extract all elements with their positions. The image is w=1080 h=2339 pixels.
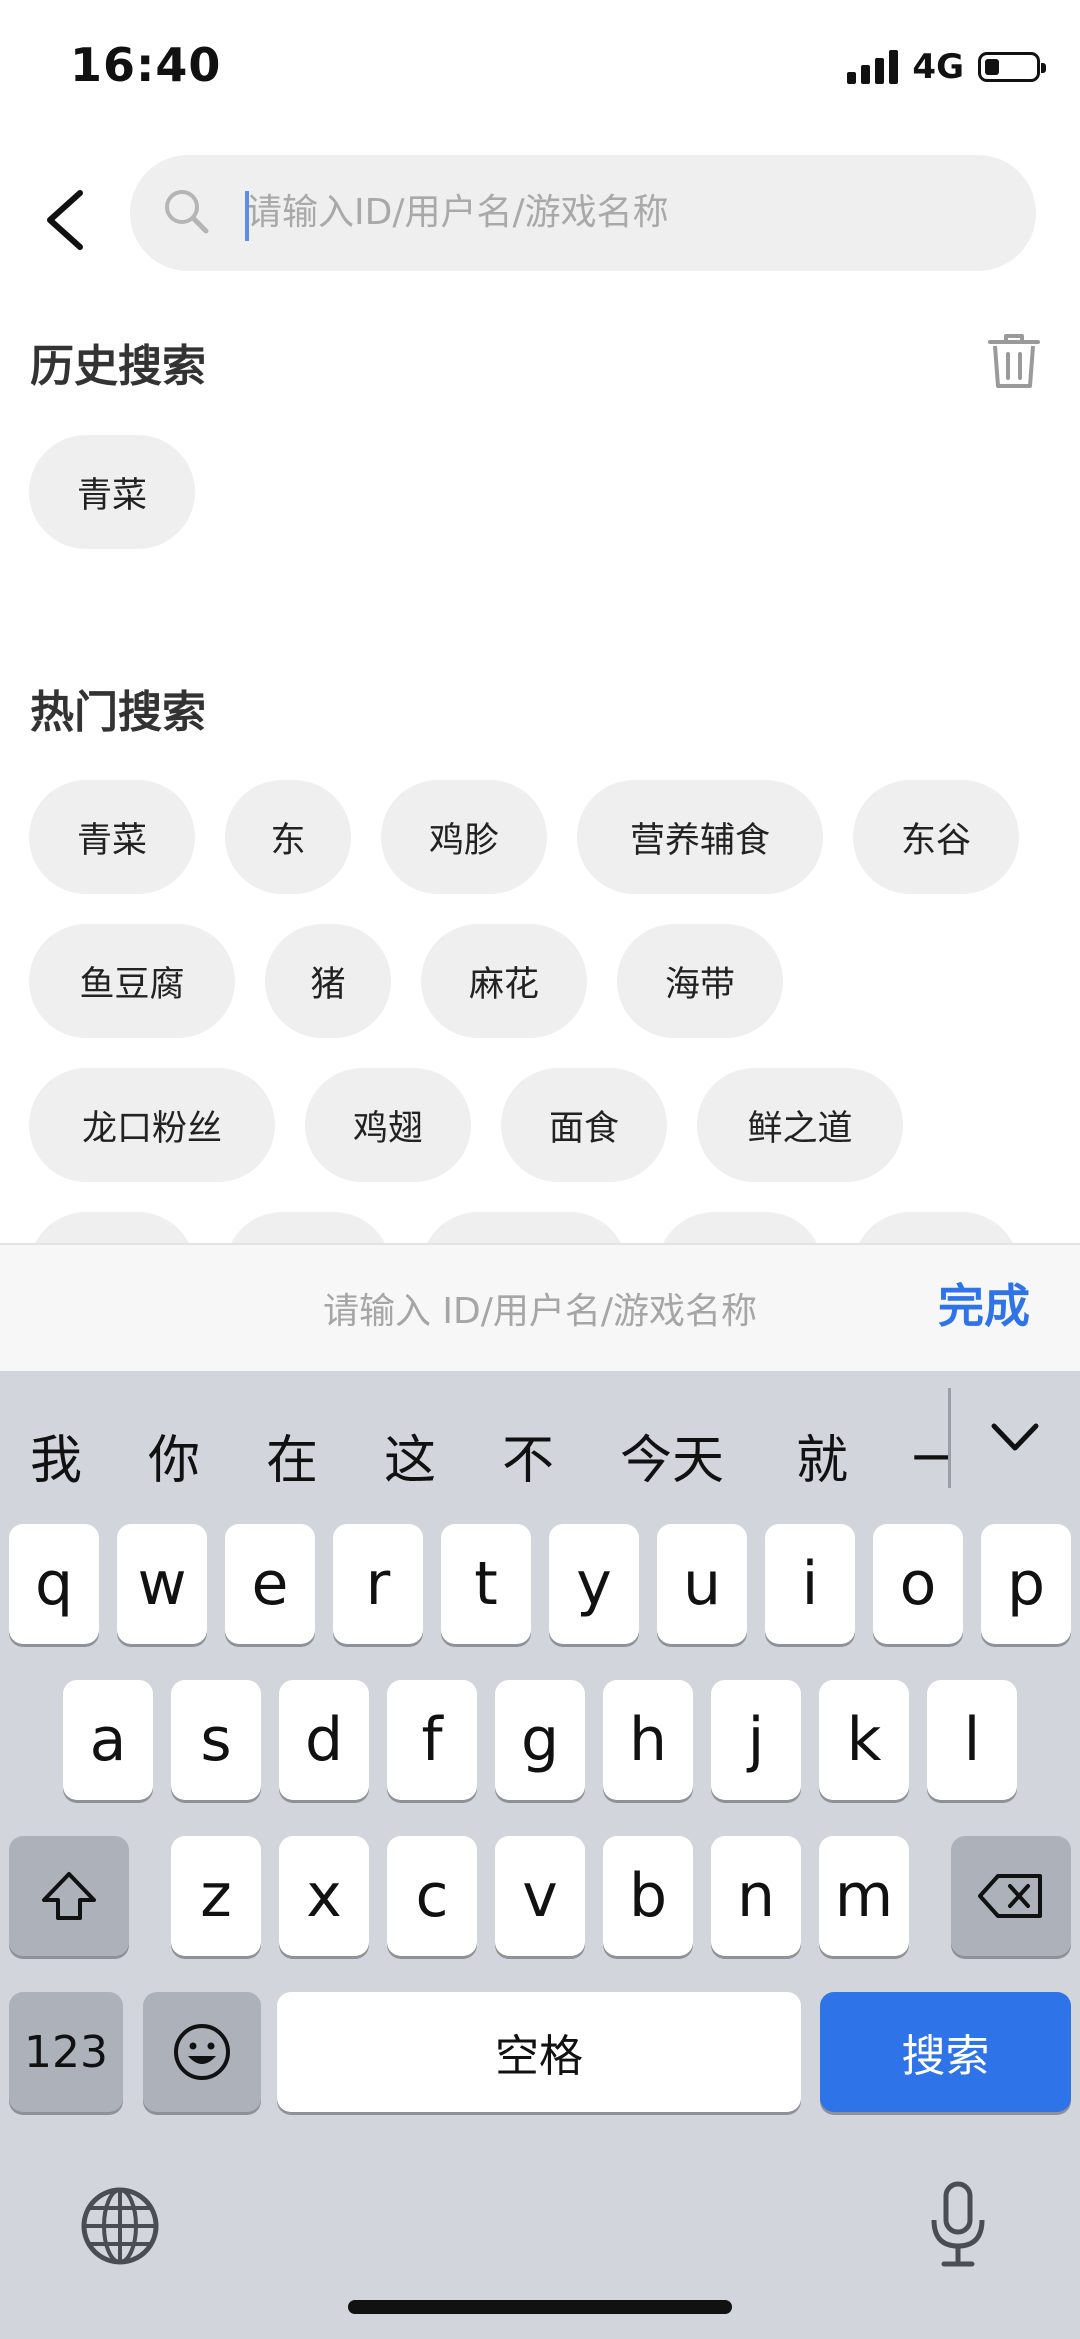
candidate-word[interactable]: 今天	[620, 1418, 724, 1493]
back-button[interactable]	[40, 185, 100, 255]
key-g[interactable]: g	[495, 1680, 585, 1800]
done-button[interactable]: 完成	[938, 1270, 1030, 1336]
key-f[interactable]: f	[387, 1680, 477, 1800]
search-key[interactable]: 搜索	[820, 1992, 1071, 2112]
candidate-word[interactable]: 一	[912, 1418, 948, 1493]
key-b[interactable]: b	[603, 1836, 693, 1956]
key-e[interactable]: e	[225, 1524, 315, 1644]
key-a[interactable]: a	[63, 1680, 153, 1800]
key-v[interactable]: v	[495, 1836, 585, 1956]
signal-icon	[847, 50, 899, 84]
shift-icon	[42, 1872, 96, 1920]
dictation-key[interactable]	[928, 2180, 988, 2270]
search-icon	[160, 185, 212, 237]
key-n[interactable]: n	[711, 1836, 801, 1956]
emoji-icon	[174, 2024, 230, 2080]
status-time: 16:40	[70, 38, 222, 92]
hot-chip[interactable]: 海带	[617, 924, 783, 1038]
key-w[interactable]: w	[117, 1524, 207, 1644]
accessory-placeholder: 请输入 ID/用户名/游戏名称	[322, 1291, 758, 1332]
search-placeholder: 请输入ID/用户名/游戏名称	[246, 192, 669, 233]
key-k[interactable]: k	[819, 1680, 909, 1800]
key-t[interactable]: t	[441, 1524, 531, 1644]
key-x[interactable]: x	[279, 1836, 369, 1956]
trash-icon	[988, 334, 1040, 388]
candidate-word[interactable]: 我	[30, 1418, 82, 1493]
globe-key[interactable]	[78, 2184, 162, 2268]
candidate-word[interactable]: 就	[796, 1418, 848, 1493]
hot-chip[interactable]: 猪	[265, 924, 391, 1038]
battery-icon	[978, 52, 1046, 82]
candidate-word[interactable]: 在	[266, 1418, 318, 1493]
key-r[interactable]: r	[333, 1524, 423, 1644]
hot-chip[interactable]: 鸡翅	[305, 1068, 471, 1182]
key-j[interactable]: j	[711, 1680, 801, 1800]
numbers-key[interactable]: 123	[9, 1992, 123, 2112]
hot-chip[interactable]: 鲜之道	[697, 1068, 903, 1182]
hot-chip[interactable]: 麻花	[421, 924, 587, 1038]
globe-icon	[81, 2187, 159, 2265]
key-s[interactable]: s	[171, 1680, 261, 1800]
hot-chip[interactable]: 东	[225, 780, 351, 894]
backspace-icon	[978, 1874, 1042, 1918]
emoji-key[interactable]	[143, 1992, 261, 2112]
hot-chip[interactable]: 营养辅食	[577, 780, 823, 894]
text-caret	[245, 191, 249, 241]
key-z[interactable]: z	[171, 1836, 261, 1956]
hot-chip[interactable]: 龙口粉丝	[29, 1068, 275, 1182]
hot-chip[interactable]: 鱼豆腐	[29, 924, 235, 1038]
key-u[interactable]: u	[657, 1524, 747, 1644]
key-y[interactable]: y	[549, 1524, 639, 1644]
clear-history-button[interactable]	[986, 330, 1042, 392]
status-indicators: 4G	[847, 44, 1046, 90]
candidate-word[interactable]: 这	[384, 1418, 436, 1493]
network-type: 4G	[912, 47, 964, 87]
key-q[interactable]: q	[9, 1524, 99, 1644]
expand-candidates-button[interactable]	[990, 1418, 1040, 1458]
candidate-word[interactable]: 你	[148, 1418, 200, 1493]
hot-chip[interactable]: 面食	[501, 1068, 667, 1182]
candidate-divider	[948, 1388, 951, 1488]
hot-chip[interactable]: 鸡胗	[381, 780, 547, 894]
history-chip[interactable]: 青菜	[29, 435, 195, 549]
key-p[interactable]: p	[981, 1524, 1071, 1644]
hot-chip[interactable]: 东谷	[853, 780, 1019, 894]
key-i[interactable]: i	[765, 1524, 855, 1644]
key-o[interactable]: o	[873, 1524, 963, 1644]
microphone-icon	[931, 2181, 985, 2267]
hot-chip[interactable]: 青菜	[29, 780, 195, 894]
chevron-down-icon	[991, 1423, 1039, 1451]
key-m[interactable]: m	[819, 1836, 909, 1956]
candidate-word[interactable]: 不	[502, 1418, 554, 1493]
hot-title: 热门搜索	[30, 687, 206, 738]
backspace-key[interactable]	[951, 1836, 1071, 1956]
key-l[interactable]: l	[927, 1680, 1017, 1800]
history-title: 历史搜索	[30, 341, 206, 392]
space-key[interactable]: 空格	[277, 1992, 801, 2112]
key-h[interactable]: h	[603, 1680, 693, 1800]
chevron-left-icon	[47, 190, 83, 250]
key-d[interactable]: d	[279, 1680, 369, 1800]
home-indicator[interactable]	[348, 2300, 732, 2314]
shift-key[interactable]	[9, 1836, 129, 1956]
key-c[interactable]: c	[387, 1836, 477, 1956]
